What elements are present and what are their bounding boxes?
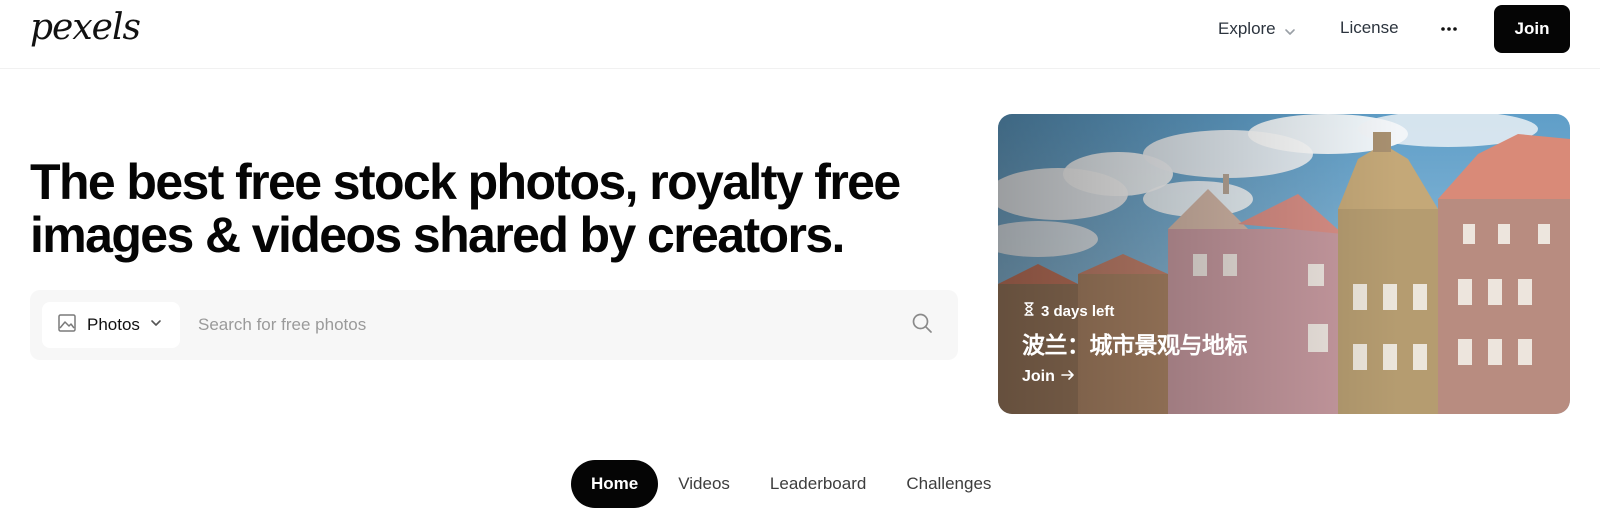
section-tabs: Home Videos Leaderboard Challenges: [571, 460, 1011, 508]
chevron-down-icon: [150, 316, 162, 334]
tab-home[interactable]: Home: [571, 460, 659, 508]
promo-join-label: Join: [1022, 368, 1055, 385]
more-menu-button[interactable]: [1437, 16, 1461, 40]
arrow-right-icon: [1061, 368, 1075, 386]
pexels-logo[interactable]: pexels: [30, 8, 141, 48]
tab-videos[interactable]: Videos: [658, 460, 750, 508]
search-type-label: Photos: [87, 315, 140, 334]
image-icon: [57, 313, 77, 338]
promo-join-link[interactable]: Join: [1022, 368, 1075, 386]
search-type-select[interactable]: Photos: [42, 302, 180, 348]
nav-explore-label: Explore: [1218, 19, 1276, 38]
challenge-promo-card[interactable]: 3 days left 波兰：城市景观与地标 Join: [998, 114, 1570, 414]
search-box: Photos: [30, 290, 958, 360]
search-input[interactable]: [198, 302, 898, 348]
nav-license[interactable]: License: [1340, 18, 1399, 38]
more-dots-icon: [1440, 19, 1458, 37]
top-header: pexels Explore License Join: [0, 0, 1600, 69]
nav-explore[interactable]: Explore: [1218, 18, 1296, 40]
search-button[interactable]: [910, 313, 934, 337]
hero-title-line1: The best free stock photos, royalty free: [30, 154, 901, 210]
join-button[interactable]: Join: [1494, 5, 1570, 53]
promo-shade: [998, 114, 1570, 414]
tab-challenges[interactable]: Challenges: [886, 460, 1011, 508]
hourglass-icon: [1022, 302, 1036, 320]
promo-title: 波兰：城市景观与地标: [1022, 332, 1248, 358]
search-icon: [911, 312, 933, 339]
promo-time-left: 3 days left: [1022, 302, 1114, 320]
tab-leaderboard[interactable]: Leaderboard: [750, 460, 886, 508]
chevron-down-icon: [1284, 23, 1296, 35]
hero-title: The best free stock photos, royalty free…: [30, 156, 930, 262]
promo-time-left-text: 3 days left: [1041, 302, 1115, 320]
hero-title-line2: images & videos shared by creators.: [30, 207, 845, 263]
